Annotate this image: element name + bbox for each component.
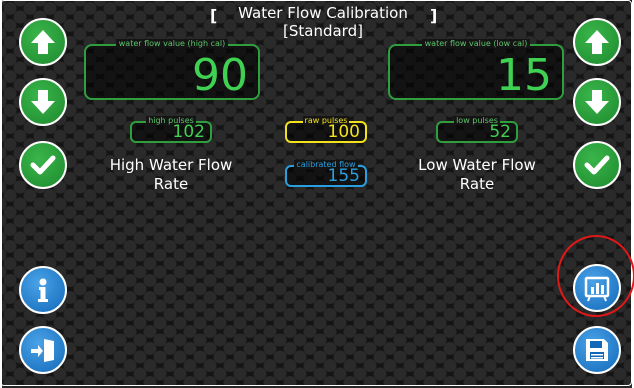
- low-rate-label: Low Water Flow Rate: [418, 156, 536, 193]
- high-pulses-value: 102: [172, 122, 205, 142]
- low-cal-value: 15: [496, 50, 552, 101]
- low-cal-value-box[interactable]: water flow value (low cal) 15: [388, 39, 564, 101]
- high-cal-value-box[interactable]: water flow value (high cal) 90: [84, 39, 260, 101]
- low-pulses-value: 52: [489, 122, 511, 142]
- check-icon: [30, 155, 56, 175]
- left-rail: [0, 0, 2, 388]
- arrow-up-icon: [31, 30, 55, 54]
- right-confirm-button[interactable]: [573, 141, 621, 189]
- arrow-up-icon: [585, 30, 609, 54]
- low-pulses-box: low pulses 52: [436, 116, 518, 143]
- right-down-button[interactable]: [573, 78, 621, 126]
- left-down-button[interactable]: [19, 78, 67, 126]
- raw-pulses-box: raw pulses 100: [285, 116, 367, 143]
- title-line-2: [Standard]: [283, 22, 363, 40]
- arrow-down-icon: [31, 90, 55, 114]
- info-icon: [38, 278, 48, 302]
- title-line-1: Water Flow Calibration: [238, 4, 408, 22]
- left-up-button[interactable]: [19, 18, 67, 66]
- calibrated-flow-box: calibrated flow 155: [285, 160, 367, 187]
- high-cal-value: 90: [192, 50, 248, 101]
- low-cal-caption: water flow value (low cal): [421, 39, 531, 48]
- check-icon: [584, 155, 610, 175]
- save-icon: [586, 339, 608, 361]
- exit-button[interactable]: [19, 326, 67, 374]
- highlight-ring: [557, 235, 634, 317]
- high-pulses-box: high pulses 102: [130, 116, 212, 143]
- right-up-button[interactable]: [573, 18, 621, 66]
- high-rate-label: High Water Flow Rate: [109, 156, 233, 193]
- raw-pulses-value: 100: [327, 122, 360, 142]
- exit-door-icon: [31, 339, 54, 362]
- left-confirm-button[interactable]: [19, 141, 67, 189]
- info-button[interactable]: [19, 266, 67, 314]
- calibrated-flow-value: 155: [327, 166, 360, 186]
- save-button[interactable]: [573, 326, 621, 374]
- arrow-down-icon: [585, 90, 609, 114]
- high-cal-caption: water flow value (high cal): [115, 39, 229, 48]
- page-title: Water Flow Calibration [Standard]: [208, 4, 438, 40]
